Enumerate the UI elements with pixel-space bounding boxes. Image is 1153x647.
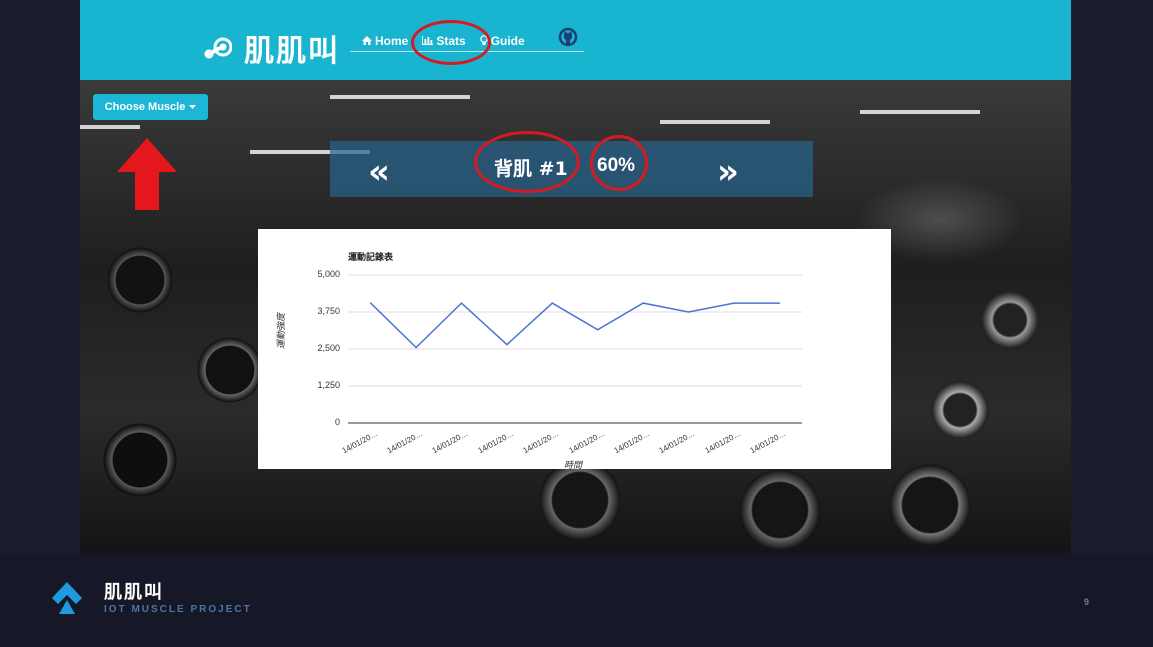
exercise-chart: 運動記錄表 運動強度 時間 5,000 3,750 2,500 1,250 0 14/0… <box>258 229 891 470</box>
steam-logo-icon <box>204 37 232 59</box>
annotation-arrow-icon <box>117 138 177 210</box>
chart-data-point <box>551 302 554 304</box>
chart-data-point <box>369 302 372 304</box>
prev-muscle-button[interactable]: « <box>368 152 390 192</box>
annotation-circle-stats <box>411 20 491 65</box>
next-muscle-button[interactable]: » <box>717 152 739 192</box>
footer-subtitle: IOT MUSCLE PROJECT <box>104 604 252 615</box>
nav-home-label: Home <box>375 33 409 48</box>
page-number: 9 <box>1084 597 1090 607</box>
github-link[interactable] <box>558 27 578 52</box>
annotation-circle-percent <box>590 135 648 191</box>
chart-data-point <box>687 311 690 313</box>
chart-data-point <box>733 302 735 304</box>
annotation-circle-muscle <box>474 131 580 193</box>
chart-plot <box>348 274 802 424</box>
brand-title: 肌肌叫 <box>244 34 340 69</box>
project-logo-icon <box>52 582 82 614</box>
choose-muscle-dropdown[interactable]: Choose Muscle <box>93 94 208 120</box>
caret-down-icon <box>189 104 197 109</box>
footer-title: 肌肌叫 <box>104 582 164 603</box>
chart-series-line <box>370 302 780 349</box>
chart-data-point <box>460 302 463 304</box>
home-icon <box>362 36 372 45</box>
nav-guide-label: Guide <box>490 33 525 48</box>
chart-data-point <box>596 328 599 331</box>
brand[interactable]: 肌肌叫 <box>202 26 340 70</box>
chart-data-point <box>778 302 781 304</box>
chart-data-point <box>506 343 508 346</box>
chart-data-point <box>642 302 644 304</box>
github-icon <box>558 27 578 47</box>
slide-footer <box>0 553 1153 647</box>
chart-data-point <box>415 346 417 349</box>
nav-home[interactable]: Home <box>362 34 408 48</box>
choose-muscle-label: Choose Muscle <box>104 101 186 113</box>
